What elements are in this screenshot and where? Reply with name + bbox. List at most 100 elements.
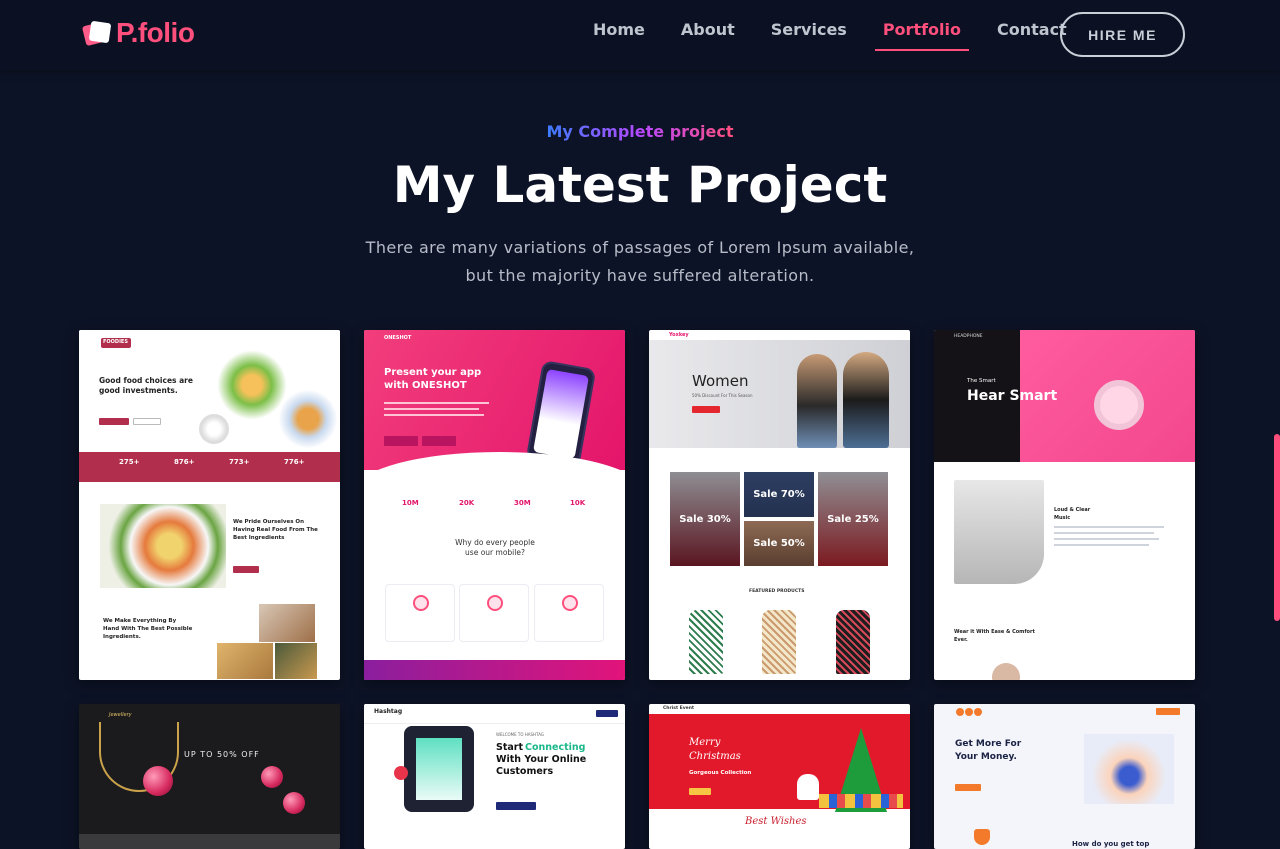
nav-services[interactable]: Services bbox=[771, 20, 847, 39]
nav-portfolio[interactable]: Portfolio bbox=[874, 20, 970, 51]
christmas-best-wishes: Best Wishes bbox=[745, 816, 807, 827]
hashtag-headline-accent: Connecting bbox=[525, 742, 586, 753]
oneshot-download-button bbox=[384, 436, 418, 446]
oneshot-stat: 30M bbox=[514, 499, 531, 507]
foodies-stat: 776+ bbox=[284, 458, 305, 466]
christmas-logo: Christ Event bbox=[663, 706, 695, 711]
hashtag-cta-button bbox=[496, 802, 536, 810]
logo-icon bbox=[81, 20, 112, 47]
project-card-christmas[interactable]: Christ Event Merry Christmas Gorgeous Co… bbox=[649, 704, 910, 849]
oneshot-logo: ONESHOT bbox=[384, 335, 412, 341]
hashtag-headline-start: Start bbox=[496, 742, 524, 753]
sale-tile: Sale 25% bbox=[818, 472, 888, 566]
sale-tile: Sale 30% bbox=[670, 472, 740, 566]
pendant-gem-image bbox=[143, 766, 173, 796]
food-plate-image bbox=[279, 390, 337, 448]
project-card-oneshot[interactable]: ONESHOT Present your app with ONESHOT 10… bbox=[364, 330, 625, 680]
hashtag-logo: Hashtag bbox=[374, 708, 403, 715]
model-with-headphones-image bbox=[954, 480, 1044, 584]
oneshot-headline: Present your app with ONESHOT bbox=[384, 367, 482, 391]
finance-logo-icon bbox=[965, 708, 973, 716]
salad-bowl-image bbox=[100, 504, 226, 588]
foodies-feature-heading: We Pride Ourselves On Having Real Food F… bbox=[233, 519, 318, 541]
hashtag-headline-rest: With Your Online Customers bbox=[496, 754, 587, 777]
finance-cta-button bbox=[955, 784, 981, 791]
foodies-stat: 876+ bbox=[174, 458, 195, 466]
oneshot-stat: 10M bbox=[402, 499, 419, 507]
music-text-line bbox=[1054, 544, 1149, 546]
project-card-hashtag[interactable]: Hashtag WELCOME TO HASHTAG Start Connect… bbox=[364, 704, 625, 849]
foodies-order-button bbox=[99, 418, 129, 425]
brand-logo[interactable]: P.folio bbox=[81, 17, 195, 49]
oneshot-text-line bbox=[384, 408, 479, 410]
hashtag-kicker: WELCOME TO HASHTAG bbox=[496, 732, 544, 737]
phone-mockup-image bbox=[525, 360, 597, 468]
oneshot-text-line bbox=[384, 402, 489, 404]
project-card-finance[interactable]: Get More For Your Money. How do you get … bbox=[934, 704, 1195, 849]
nav-about[interactable]: About bbox=[681, 20, 735, 39]
main-menu: Home About Services Portfolio Contact bbox=[593, 20, 1103, 51]
person-at-desk-illustration bbox=[1084, 734, 1174, 804]
finance-bottom-heading: How do you get top bbox=[1072, 840, 1150, 848]
nav-contact[interactable]: Contact bbox=[997, 20, 1067, 39]
project-card-jewelry[interactable]: Jewellery UP TO 50% OFF bbox=[79, 704, 340, 849]
project-card-fashion[interactable]: Yoxkey Women 50% Discount For This Seaso… bbox=[649, 330, 910, 680]
foodies-headline: Good food choices are good investments. bbox=[99, 376, 193, 395]
food-plate-image bbox=[217, 350, 287, 420]
oneshot-stat: 20K bbox=[459, 499, 475, 507]
hire-me-button[interactable]: HIRE ME bbox=[1060, 12, 1185, 57]
model-image bbox=[797, 354, 837, 448]
oneshot-footer bbox=[364, 660, 625, 680]
section-title: My Latest Project bbox=[392, 156, 888, 214]
finance-headline: Get More For Your Money. bbox=[955, 739, 1022, 762]
section-eyebrow: My Complete project bbox=[546, 122, 734, 141]
foodies-feature2-heading: We Make Everything By Hand With The Best… bbox=[103, 618, 193, 640]
oneshot-question: Why do every people use our mobile? bbox=[455, 538, 535, 557]
section-description: There are many variations of passages of… bbox=[365, 238, 915, 285]
jewelry-headline: UP TO 50% OFF bbox=[184, 750, 260, 759]
sale-tile: Sale 70% bbox=[744, 472, 814, 517]
music-text-line bbox=[1054, 532, 1154, 534]
finance-logo-icon bbox=[956, 708, 964, 716]
finance-logo-icon bbox=[974, 708, 982, 716]
fashion-subline: 50% Discount For This Season bbox=[692, 393, 753, 398]
christmas-hero: Merry Christmas Gorgeous Collection bbox=[649, 714, 910, 812]
christmas-subline: Gorgeous Collection bbox=[689, 770, 752, 776]
hashtag-header bbox=[364, 704, 625, 724]
navbar: P.folio Home About Services Portfolio Co… bbox=[0, 0, 1280, 70]
oneshot-store-button bbox=[422, 436, 456, 446]
project-card-music[interactable]: HEADPHONE The Smart Hear Smart Loud & Cl… bbox=[934, 330, 1195, 680]
music-feature-heading: Loud & Clear Music bbox=[1054, 507, 1091, 521]
foodies-logo: FOODIES bbox=[103, 339, 128, 345]
page-scrollbar[interactable] bbox=[1274, 434, 1280, 621]
earring-gem-image bbox=[283, 792, 305, 814]
project-card-foodies[interactable]: FOODIES Good food choices are good inves… bbox=[79, 330, 340, 680]
brand-name: P.folio bbox=[116, 17, 195, 48]
christmas-shop-button bbox=[689, 788, 711, 795]
jewelry-strip bbox=[79, 834, 340, 849]
santa-image bbox=[797, 774, 819, 800]
like-icon bbox=[394, 766, 408, 780]
nav-home[interactable]: Home bbox=[593, 20, 645, 39]
earring-gem-image bbox=[261, 766, 283, 788]
food-gallery-image bbox=[275, 643, 317, 679]
foodies-stat: 275+ bbox=[119, 458, 140, 466]
music-headline: Hear Smart bbox=[967, 388, 1058, 404]
music-text-line bbox=[1054, 538, 1159, 540]
hashtag-nav-button bbox=[596, 710, 618, 717]
foodies-stats-band: 275+ 876+ 773+ 776+ bbox=[79, 452, 340, 482]
finance-nav-button bbox=[1156, 708, 1180, 715]
gift-boxes-image bbox=[819, 794, 903, 808]
fashion-headline: Women bbox=[692, 372, 749, 390]
fashion-hero: Women 50% Discount For This Season bbox=[649, 340, 910, 448]
headphone-image bbox=[1094, 380, 1144, 430]
foodies-stat: 773+ bbox=[229, 458, 250, 466]
dress-product-image bbox=[762, 610, 796, 674]
oneshot-feature-card bbox=[459, 584, 529, 642]
music-text-line bbox=[1054, 526, 1164, 528]
dress-product-image bbox=[689, 610, 723, 674]
sale-tile: Sale 50% bbox=[744, 521, 814, 566]
fashion-shop-button bbox=[692, 406, 720, 413]
foodies-menu-button bbox=[133, 418, 161, 425]
teapot-image bbox=[199, 414, 229, 444]
